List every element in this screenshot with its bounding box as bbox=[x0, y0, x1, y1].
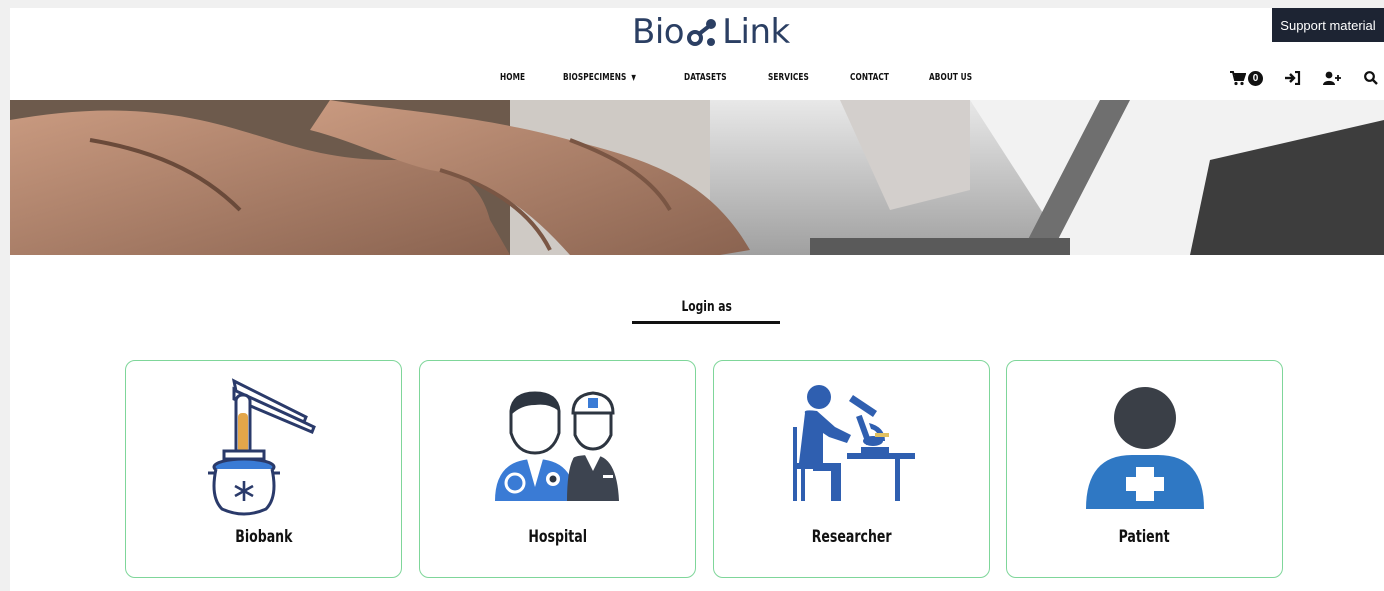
login-as-text: Login as bbox=[681, 299, 733, 315]
nav-biospecimens[interactable]: BIOSPECIMENS ▼ bbox=[563, 72, 636, 83]
logo-link-icon bbox=[687, 19, 717, 46]
hands-typing-illustration bbox=[10, 100, 1384, 255]
chevron-down-icon: ▼ bbox=[631, 73, 636, 82]
nav-datasets[interactable]: DATASETS bbox=[684, 72, 727, 83]
nav-home-label: HOME bbox=[500, 72, 526, 83]
register-button[interactable] bbox=[1323, 69, 1341, 87]
main-nav: HOME BIOSPECIMENS ▼ DATASETS SERVICES CON… bbox=[500, 72, 1014, 83]
biobank-label: Biobank bbox=[234, 527, 293, 547]
hero-banner-image bbox=[10, 100, 1384, 255]
login-patient-card[interactable]: Patient bbox=[1006, 360, 1283, 578]
search-button[interactable] bbox=[1362, 69, 1380, 87]
nav-about-us-label: ABOUT US bbox=[929, 72, 973, 83]
header-toolbar: 0 bbox=[1230, 69, 1380, 87]
biolink-logo[interactable]: Bio Link bbox=[632, 10, 790, 54]
patient-label: Patient bbox=[1118, 527, 1170, 547]
sign-in-button[interactable] bbox=[1284, 69, 1302, 87]
researcher-icon bbox=[792, 385, 915, 501]
cart-icon bbox=[1230, 70, 1246, 85]
nav-contact[interactable]: CONTACT bbox=[850, 72, 889, 83]
nav-biospecimens-label: BIOSPECIMENS bbox=[562, 72, 627, 83]
cart-button[interactable]: 0 bbox=[1230, 70, 1263, 86]
login-as-heading: Login as bbox=[10, 299, 1384, 315]
logo-text-link: Link bbox=[722, 12, 790, 52]
login-hospital-card[interactable]: Hospital bbox=[419, 360, 696, 578]
nav-datasets-label: DATASETS bbox=[683, 72, 727, 83]
hospital-icon bbox=[494, 391, 619, 501]
biobank-icon bbox=[207, 378, 316, 516]
cart-count-badge: 0 bbox=[1248, 70, 1263, 86]
logo-text-bio: Bio bbox=[632, 12, 685, 52]
hospital-label: Hospital bbox=[528, 527, 587, 547]
nav-contact-label: CONTACT bbox=[849, 72, 889, 83]
nav-about-us[interactable]: ABOUT US bbox=[929, 72, 972, 83]
patient-icon bbox=[1085, 387, 1204, 509]
researcher-label: Researcher bbox=[811, 527, 892, 547]
search-icon bbox=[1364, 71, 1378, 85]
login-researcher-card[interactable]: Researcher bbox=[713, 360, 990, 578]
heading-underline bbox=[632, 321, 780, 324]
nav-services[interactable]: SERVICES bbox=[768, 72, 809, 83]
login-biobank-card[interactable]: Biobank bbox=[125, 360, 402, 578]
user-plus-icon bbox=[1323, 71, 1341, 85]
support-material-button[interactable]: Support material bbox=[1272, 8, 1384, 42]
nav-services-label: SERVICES bbox=[767, 72, 809, 83]
nav-home[interactable]: HOME bbox=[500, 72, 525, 83]
sign-in-icon bbox=[1285, 71, 1301, 85]
page: Bio Link Support material HOME BIOSPECIM… bbox=[10, 8, 1384, 591]
